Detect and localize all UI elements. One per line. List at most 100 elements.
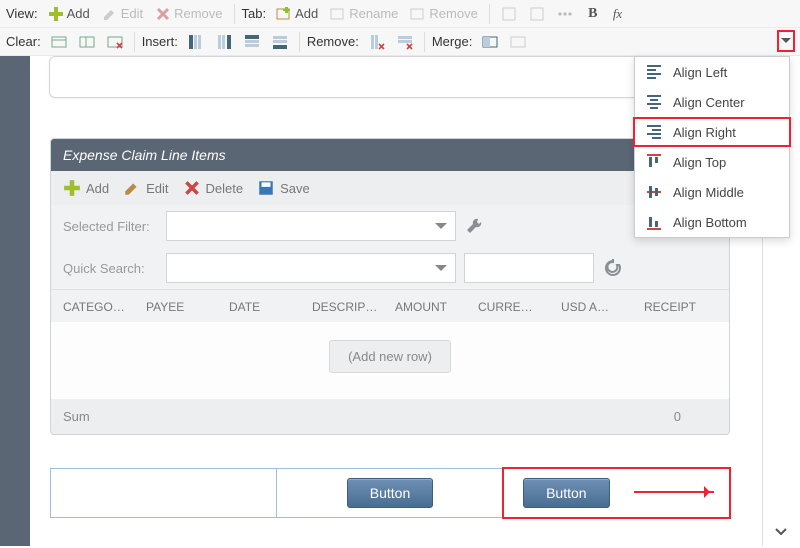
tab-remove-icon: [410, 6, 426, 22]
view-add-button[interactable]: Add: [44, 4, 94, 24]
align-dropdown: Align Left Align Center Align Right Alig…: [634, 56, 790, 238]
merge-btn[interactable]: [478, 32, 502, 52]
insert-row-below-icon: [272, 34, 288, 50]
pencil-icon: [123, 179, 141, 197]
cell-2[interactable]: Button: [277, 469, 503, 517]
insert-label: Insert:: [142, 34, 178, 49]
toolbar-row-1: View: Add Edit Remove Tab: Add Rename: [0, 0, 800, 28]
clear-label: Clear:: [6, 34, 41, 49]
misc-btn-2: [525, 4, 549, 24]
align-right-item[interactable]: Align Right: [635, 117, 789, 147]
view-edit-button: Edit: [98, 4, 147, 24]
dots-icon: [557, 6, 573, 22]
col-amount[interactable]: AMOUNT: [395, 300, 478, 314]
insert-col-right[interactable]: [212, 32, 236, 52]
cell-3[interactable]: Button: [504, 469, 729, 517]
plus-icon: [48, 6, 64, 22]
col-category[interactable]: CATEGO…: [63, 300, 146, 314]
merge-icon: [482, 34, 498, 50]
button-right[interactable]: Button: [523, 478, 609, 508]
tab-remove-button: Remove: [406, 4, 481, 24]
button-layout-table: Button Button: [50, 468, 730, 518]
panel-title: Expense Claim Line Items: [51, 139, 729, 171]
col-usd[interactable]: USD A…: [561, 300, 644, 314]
table-x-icon: [107, 34, 123, 50]
sum-label: Sum: [63, 409, 90, 424]
unmerge-icon: [510, 34, 526, 50]
fx-button[interactable]: fx: [609, 4, 633, 24]
chevron-down-icon[interactable]: [771, 522, 791, 542]
remove-col-icon: [369, 34, 385, 50]
merge-label: Merge:: [432, 34, 472, 49]
panel-toolbar: Add Edit Delete Save: [51, 171, 729, 205]
button-left[interactable]: Button: [347, 478, 433, 508]
col-currency[interactable]: CURRE…: [478, 300, 561, 314]
toolbar-row-2: Clear: Insert: Remove: Merge:: [0, 28, 800, 56]
quick-search-input[interactable]: [464, 253, 594, 283]
quick-search-combo[interactable]: [166, 253, 456, 283]
tab-label: Tab:: [242, 6, 267, 21]
remove-row-icon: [397, 34, 413, 50]
remove-row[interactable]: [393, 32, 417, 52]
view-remove-button: Remove: [151, 4, 226, 24]
insert-col-right-icon: [216, 34, 232, 50]
col-date[interactable]: DATE: [229, 300, 312, 314]
align-top-item[interactable]: Align Top: [635, 147, 789, 177]
align-center-item[interactable]: Align Center: [635, 87, 789, 117]
col-description[interactable]: DESCRIP…: [312, 300, 395, 314]
align-left-icon: [645, 63, 663, 81]
top-card[interactable]: [49, 56, 725, 98]
toolbar-overflow-button[interactable]: [777, 30, 795, 52]
x-icon: [183, 179, 201, 197]
columns-header: CATEGO… PAYEE DATE DESCRIP… AMOUNT CURRE…: [51, 289, 729, 322]
align-bottom-item[interactable]: Align Bottom: [635, 207, 789, 237]
align-middle-item[interactable]: Align Middle: [635, 177, 789, 207]
view-label: View:: [6, 6, 38, 21]
remove2-label: Remove:: [307, 34, 359, 49]
col-payee[interactable]: PAYEE: [146, 300, 229, 314]
quick-search-label: Quick Search:: [63, 261, 158, 276]
insert-row-above[interactable]: [240, 32, 264, 52]
line-items-panel: Expense Claim Line Items Add Edit Delete…: [50, 138, 730, 435]
quick-search-row: Quick Search:: [51, 247, 729, 289]
insert-row-above-icon: [244, 34, 260, 50]
clear-1[interactable]: [47, 32, 71, 52]
add-row-area: (Add new row): [51, 322, 729, 399]
selected-filter-combo[interactable]: [166, 211, 456, 241]
square-icon: [501, 6, 517, 22]
pencil-icon: [102, 6, 118, 22]
remove-col[interactable]: [365, 32, 389, 52]
insert-row-below[interactable]: [268, 32, 292, 52]
panel-save-button[interactable]: Save: [257, 179, 310, 197]
panel-add-button[interactable]: Add: [63, 179, 109, 197]
square-icon: [529, 6, 545, 22]
unmerge-btn: [506, 32, 530, 52]
bold-button[interactable]: B: [581, 4, 605, 24]
panel-edit-button[interactable]: Edit: [123, 179, 168, 197]
design-band-left: [0, 56, 30, 546]
clear-3[interactable]: [103, 32, 127, 52]
tab-rename-button: Rename: [326, 4, 402, 24]
bold-icon: B: [585, 6, 601, 22]
col-receipt[interactable]: RECEIPT: [644, 300, 727, 314]
arrow-icon: [634, 491, 714, 493]
wrench-icon[interactable]: [464, 215, 486, 237]
sum-value: 0: [674, 409, 681, 424]
insert-col-left[interactable]: [184, 32, 208, 52]
insert-col-left-icon: [188, 34, 204, 50]
x-icon: [155, 6, 171, 22]
align-center-icon: [645, 93, 663, 111]
panel-delete-button[interactable]: Delete: [183, 179, 244, 197]
add-new-row-button[interactable]: (Add new row): [329, 340, 451, 373]
table-clear-icon: [79, 34, 95, 50]
cell-1[interactable]: [51, 469, 277, 517]
misc-btn-1: [497, 4, 521, 24]
refresh-icon[interactable]: [602, 257, 624, 279]
tab-add-button[interactable]: Add: [272, 4, 322, 24]
align-right-icon: [645, 123, 663, 141]
fx-icon: fx: [613, 6, 629, 22]
table-clear-icon: [51, 34, 67, 50]
align-left-item[interactable]: Align Left: [635, 57, 789, 87]
selected-filter-label: Selected Filter:: [63, 219, 158, 234]
clear-2[interactable]: [75, 32, 99, 52]
